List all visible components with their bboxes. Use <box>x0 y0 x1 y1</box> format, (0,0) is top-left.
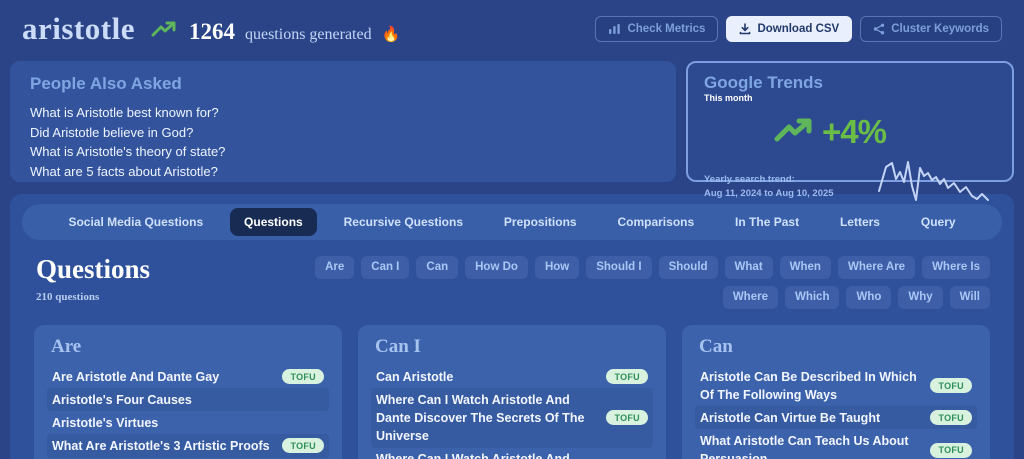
column-title: Are <box>51 336 82 357</box>
section-count: 210 questions <box>36 291 100 303</box>
question-row[interactable]: Aristotle Can Be Described In Which Of T… <box>695 365 977 406</box>
people-also-asked-list: What is Aristotle best known for? Did Ari… <box>30 103 656 181</box>
trend-period-label: This month <box>704 93 753 103</box>
title-group: aristotle 1264 questions generated 🔥 <box>22 11 400 47</box>
check-metrics-button[interactable]: Check Metrics <box>595 15 719 42</box>
funnel-badge-tofu: TOFU <box>930 410 972 426</box>
page-title: aristotle <box>22 10 135 46</box>
filter-chip-which[interactable]: Which <box>784 286 840 309</box>
question-row[interactable]: Aristotle's Four Causes <box>47 388 329 412</box>
question-text: Where Can I Watch Aristotle And Dante Di… <box>376 392 585 443</box>
download-icon <box>739 22 751 35</box>
download-csv-button[interactable]: Download CSV <box>726 15 853 42</box>
button-label: Download CSV <box>757 22 840 35</box>
filter-chip-should[interactable]: Should <box>658 256 718 279</box>
funnel-badge-tofu: TOFU <box>930 378 972 394</box>
tab-prepositions[interactable]: Prepositions <box>490 208 591 236</box>
question-row[interactable]: What Are Aristotle's 3 Artistic Proofs TO… <box>47 434 329 458</box>
question-text: What Aristotle Can Teach Us About Persua… <box>700 433 909 459</box>
tab-recursive-questions[interactable]: Recursive Questions <box>330 208 477 236</box>
trend-change-group: +4% <box>704 113 956 151</box>
top-panels: People Also Asked What is Aristotle best… <box>0 57 1024 201</box>
header: aristotle 1264 questions generated 🔥 Che… <box>0 0 1024 57</box>
question-count-label: questions generated <box>244 25 372 43</box>
question-text: Are Aristotle And Dante Gay <box>52 369 220 384</box>
question-text: Aristotle's Four Causes <box>52 392 192 407</box>
question-text: Aristotle's Virtues <box>52 415 159 430</box>
question-columns: Are Are Aristotle And Dante Gay TOFU Aristo… <box>22 317 1002 459</box>
tab-comparisons[interactable]: Comparisons <box>603 208 708 236</box>
tab-letters[interactable]: Letters <box>826 208 894 236</box>
tab-query[interactable]: Query <box>907 208 970 236</box>
funnel-badge-tofu: TOFU <box>606 369 648 385</box>
column-title: Can <box>699 336 733 357</box>
filter-chip-where[interactable]: Where <box>722 286 778 309</box>
cluster-keywords-button[interactable]: Cluster Keywords <box>860 15 1002 42</box>
question-text: Aristotle Can Be Described In Which Of T… <box>700 369 917 402</box>
cluster-icon <box>873 23 885 35</box>
filter-chip-can[interactable]: Can <box>416 256 459 279</box>
people-also-asked-title: People Also Asked <box>30 74 182 93</box>
filter-chip-will[interactable]: Will <box>949 286 990 309</box>
chart-icon <box>608 23 621 35</box>
funnel-badge-tofu: TOFU <box>606 410 648 426</box>
funnel-badge-tofu: TOFU <box>282 438 324 454</box>
filter-chip-where-are[interactable]: Where Are <box>837 256 916 279</box>
question-row[interactable]: Aristotle Can Virtue Be Taught TOFU <box>695 406 977 430</box>
button-label: Cluster Keywords <box>891 22 989 35</box>
question-row[interactable]: Can Aristotle TOFU <box>371 365 653 388</box>
filter-chip-how-do[interactable]: How Do <box>465 256 528 279</box>
question-text: Can Aristotle <box>376 369 454 384</box>
trend-sparkline <box>878 161 989 201</box>
trending-up-icon <box>774 116 814 149</box>
question-row[interactable]: Where Can I Watch Aristotle And DanteTOF… <box>371 448 653 459</box>
filter-chip-when[interactable]: When <box>779 256 831 279</box>
paa-question: What is Aristotle's theory of state? <box>30 144 226 159</box>
question-text: Aristotle Can Virtue Be Taught <box>700 410 881 425</box>
question-text: What Are Aristotle's 3 Artistic Proofs <box>52 438 270 453</box>
tab-questions[interactable]: Questions <box>230 208 317 236</box>
paa-question: What is Aristotle best known for? <box>30 105 219 120</box>
question-column-can: Can Aristotle Can Be Described In Which O… <box>682 325 990 459</box>
funnel-badge-tofu: TOFU <box>282 369 324 385</box>
filter-chip-where-is[interactable]: Where Is <box>922 256 990 279</box>
questions-section: Social Media Questions Questions Recursive… <box>10 194 1014 459</box>
question-column-are: Are Are Aristotle And Dante Gay TOFU Aristo… <box>34 325 342 459</box>
trending-up-icon <box>151 20 177 43</box>
people-also-asked-panel: People Also Asked What is Aristotle best… <box>10 61 676 182</box>
trend-change-value: +4% <box>822 113 887 150</box>
question-row[interactable]: Where Can I Watch Aristotle And Dante Di… <box>371 388 653 448</box>
funnel-badge-tofu: TOFU <box>930 442 972 458</box>
filter-chip-who[interactable]: Who <box>846 286 892 309</box>
paa-question: What are 5 facts about Aristotle? <box>30 163 218 179</box>
column-title: Can I <box>375 336 421 357</box>
tab-social-media-questions[interactable]: Social Media Questions <box>54 208 217 236</box>
filter-chip-how[interactable]: How <box>534 256 580 279</box>
trend-range-label: Yearly search trend: <box>704 173 795 185</box>
section-title: Questions <box>36 254 151 284</box>
question-count: 1264 <box>188 18 235 44</box>
question-row[interactable]: Aristotle's Virtues <box>47 411 329 434</box>
filter-chip-what[interactable]: What <box>724 256 773 279</box>
filter-chip-row: Are Can I Can How Do How Should I Should What Wh… <box>310 256 990 309</box>
filter-chip-are[interactable]: Are <box>315 256 355 279</box>
button-label: Check Metrics <box>627 22 706 35</box>
fire-icon: 🔥 <box>381 25 401 43</box>
question-text: Where Can I Watch Aristotle And Dante <box>376 452 570 459</box>
question-row[interactable]: What Aristotle Can Teach Us About Persua… <box>695 429 977 459</box>
category-tabbar: Social Media Questions Questions Recursive… <box>22 204 1002 240</box>
trend-range-dates: Aug 11, 2024 to Aug 10, 2025 <box>704 187 834 199</box>
tab-in-the-past[interactable]: In The Past <box>721 208 813 236</box>
question-row[interactable]: Are Aristotle And Dante Gay TOFU <box>47 365 329 388</box>
paa-question: Did Aristotle believe in God? <box>30 124 194 140</box>
section-head: Questions 210 questions Are Can I Can How D… <box>22 240 1002 317</box>
header-actions: Check Metrics Download CSV Cluster Keyword… <box>595 15 1002 42</box>
filter-chip-why[interactable]: Why <box>898 286 943 309</box>
filter-chip-can-i[interactable]: Can I <box>361 256 410 279</box>
google-trends-title: Google Trends <box>704 73 824 92</box>
trend-detail: Yearly search trend: Aug 11, 2024 to Aug… <box>704 153 996 201</box>
google-trends-panel: Google Trends This month +4% Yearly sear… <box>686 61 1014 201</box>
filter-chip-should-i[interactable]: Should I <box>586 256 652 279</box>
question-column-can-i: Can I Can Aristotle TOFU Where Can I Watch … <box>358 325 666 459</box>
